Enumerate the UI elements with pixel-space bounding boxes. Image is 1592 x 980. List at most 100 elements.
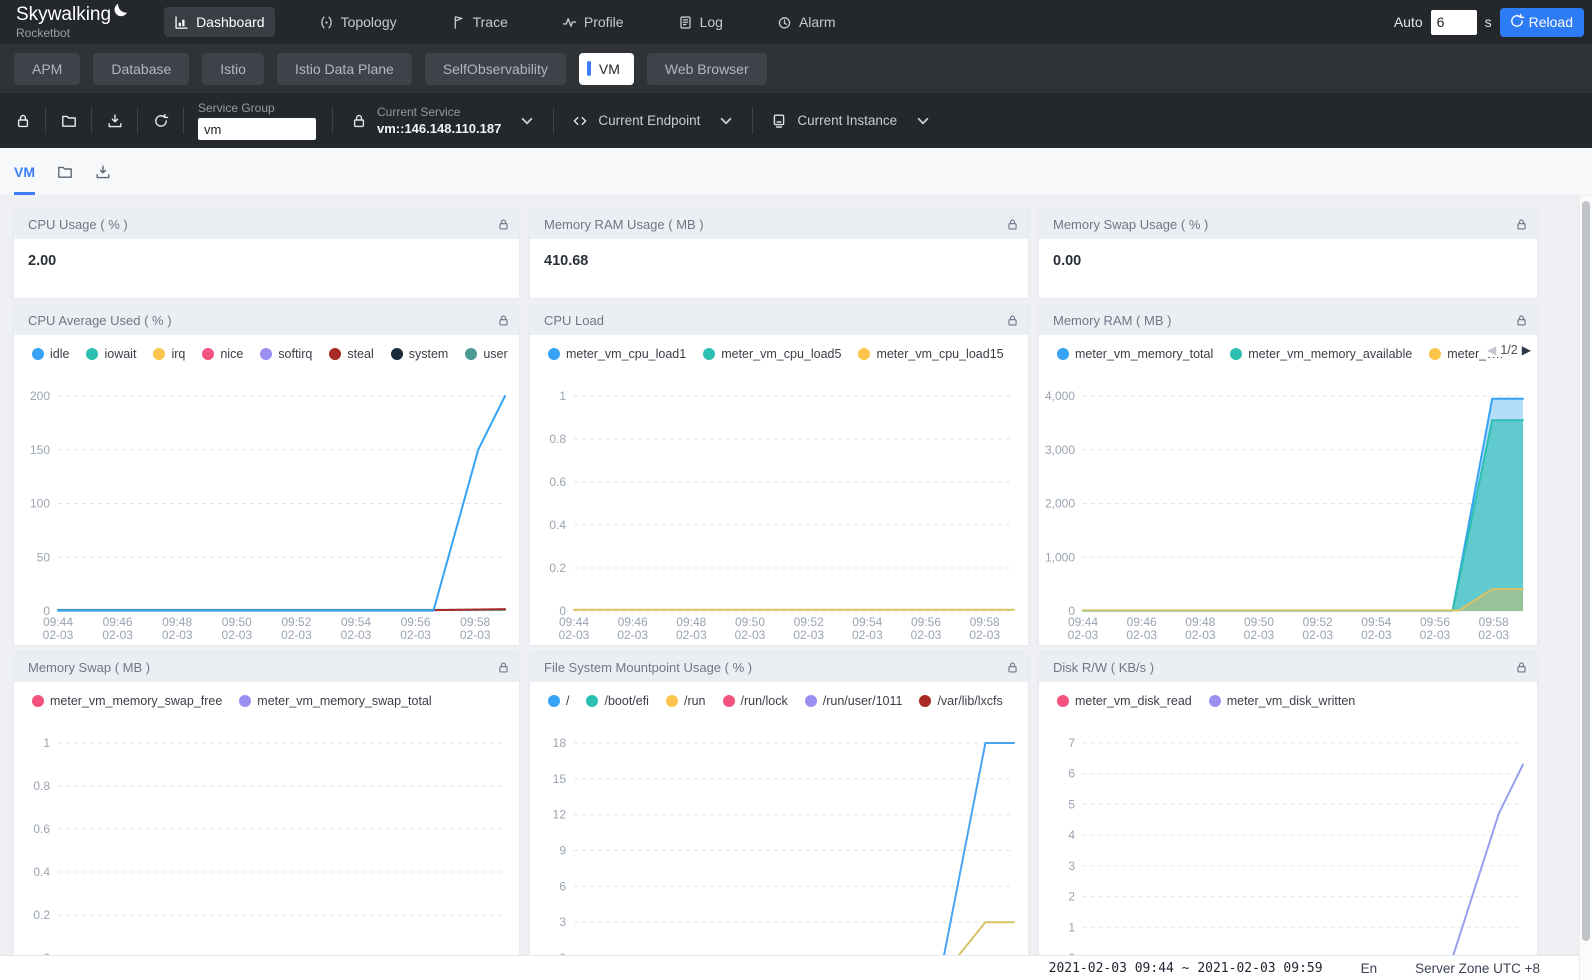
card-header: CPU Usage ( % ) [14,210,519,239]
dashboard-tab-selfobservability[interactable]: SelfObservability [425,53,566,85]
legend-item-softirq[interactable]: softirq [260,347,312,361]
nav-item-profile[interactable]: Profile [552,7,634,37]
legend-item-meter-vm-memory-total[interactable]: meter_vm_memory_total [1057,347,1213,361]
current-endpoint-selector[interactable]: Current Endpoint [554,93,752,148]
legend-item--run-user-1011[interactable]: /run/user/1011 [805,694,903,708]
service-group-input[interactable] [198,118,316,140]
time-range[interactable]: 2021-02-03 09:44 ~ 2021-02-03 09:59 [1049,961,1323,976]
dashboard-tab-vm[interactable]: VM [579,53,634,85]
lock-icon[interactable] [1515,218,1528,231]
svg-text:09:50: 09:50 [735,615,765,629]
svg-text:0.2: 0.2 [549,561,566,575]
chart-plot-area: 4,0003,0002,0001,000009:4402-0309:4602-0… [1039,368,1537,645]
legend-item-meter-vm-memory-available[interactable]: meter_vm_memory_available [1230,347,1412,361]
svg-text:12: 12 [553,808,567,822]
legend-dot [666,695,678,707]
download-icon[interactable] [95,164,111,180]
legend-prev-icon[interactable]: ◀ [1487,343,1496,357]
legend-item-system[interactable]: system [391,347,449,361]
toolbar-refresh-button[interactable] [138,93,183,148]
legend-item--run-lock[interactable]: /run/lock [723,694,788,708]
legend-item-iowait[interactable]: iowait [86,347,136,361]
lock-icon[interactable] [497,661,510,674]
tab-vm[interactable]: VM [14,148,35,195]
legend-item-user[interactable]: user [465,347,507,361]
nav-item-topology[interactable]: Topology [309,7,407,37]
dashboard-tab-label: VM [599,61,620,77]
dashboard-tab-istio[interactable]: Istio [202,53,264,85]
svg-text:02-03: 02-03 [102,628,133,642]
legend-item-meter-vm-cpu-load15[interactable]: meter_vm_cpu_load15 [858,347,1003,361]
svg-text:09:58: 09:58 [460,615,490,629]
svg-text:2: 2 [1068,890,1075,904]
footer-bar: 2021-02-03 09:44 ~ 2021-02-03 09:59 En S… [0,955,1592,980]
legend-item-meter-vm-memory-swap-total[interactable]: meter_vm_memory_swap_total [239,694,431,708]
nav-item-dashboard[interactable]: Dashboard [164,7,275,37]
legend-item-meter-vm-cpu-load1[interactable]: meter_vm_cpu_load1 [548,347,686,361]
lock-icon[interactable] [1006,314,1019,327]
legend-item-irq[interactable]: irq [153,347,185,361]
svg-text:1: 1 [43,736,50,750]
dashboard-tab-web-browser[interactable]: Web Browser [647,53,767,85]
scrollbar-thumb[interactable] [1582,201,1590,941]
legend-label: /boot/efi [604,694,648,708]
legend-label: /run/lock [741,694,788,708]
legend-item-nice[interactable]: nice [202,347,243,361]
legend-item--run[interactable]: /run [666,694,706,708]
dashboard-tabs: APM Database Istio Istio Data Plane SelfObse… [0,44,1592,93]
legend-label: /run/user/1011 [823,694,903,708]
legend-dot [465,348,477,360]
lock-icon[interactable] [497,218,510,231]
legend-item--[interactable]: / [548,694,569,708]
current-instance-selector[interactable]: Current Instance [753,93,949,148]
legend-dot [260,348,272,360]
svg-text:09:44: 09:44 [559,615,589,629]
legend-item-meter-vm-memory-swap-free[interactable]: meter_vm_memory_swap_free [32,694,222,708]
svg-text:4: 4 [1068,828,1075,842]
legend-dot [32,695,44,707]
legend-dot [1230,348,1242,360]
auto-reload-interval-input[interactable] [1431,10,1477,35]
legend-dot [1057,348,1069,360]
toolbar-folder-button[interactable] [46,93,91,148]
svg-text:02-03: 02-03 [1244,628,1275,642]
toolbar-lock-button[interactable] [0,93,45,148]
dashboard-tab-istio-data-plane[interactable]: Istio Data Plane [277,53,412,85]
toolbar-import-button[interactable] [92,93,137,148]
legend-item--var-lib-lxcfs[interactable]: /var/lib/lxcfs [919,694,1002,708]
reload-button[interactable]: Reload [1500,8,1584,37]
nav-item-alarm[interactable]: Alarm [767,7,846,37]
cpu-average-used-svg: 20015010050009:4402-0309:4602-0309:4802-… [14,368,519,645]
chart-legend: idle iowait irq nice softirq steal syste… [14,335,519,368]
chart-legend: meter_vm_memory_swap_free meter_vm_memor… [14,682,519,715]
legend-dot [723,695,735,707]
lock-icon[interactable] [1515,314,1528,327]
legend-item-idle[interactable]: idle [32,347,69,361]
nav-item-log[interactable]: Log [668,7,733,37]
chart-card-memory-swap: Memory Swap ( MB ) meter_vm_memory_swap_… [14,653,519,980]
card-header: Memory RAM ( MB ) [1039,306,1537,335]
dashboard-tab-apm[interactable]: APM [14,53,80,85]
lock-icon[interactable] [1006,218,1019,231]
profile-icon [562,15,577,30]
legend-item-meter-vm-disk-written[interactable]: meter_vm_disk_written [1209,694,1356,708]
chart-card-memory-ram: Memory RAM ( MB ) meter_vm_memory_total … [1039,306,1537,645]
svg-text:09:48: 09:48 [1185,615,1215,629]
nav-item-trace[interactable]: Trace [441,7,518,37]
nav-item-label: Topology [341,14,397,30]
folder-icon[interactable] [57,164,73,180]
legend-item-meter-vm-cpu-load5[interactable]: meter_vm_cpu_load5 [703,347,841,361]
lock-icon[interactable] [1515,661,1528,674]
legend-item-steal[interactable]: steal [329,347,373,361]
lock-icon[interactable] [497,314,510,327]
legend-item--boot-efi[interactable]: /boot/efi [586,694,648,708]
legend-next-icon[interactable]: ▶ [1522,343,1531,357]
lock-icon[interactable] [1006,661,1019,674]
legend-item-meter-vm-disk-read[interactable]: meter_vm_disk_read [1057,694,1192,708]
current-instance-label: Current Instance [797,113,897,128]
svg-text:02-03: 02-03 [221,628,252,642]
current-service-selector[interactable]: Current Service vm::146.148.110.187 [333,93,553,148]
legend-dot [329,348,341,360]
language-toggle[interactable]: En [1361,961,1378,976]
dashboard-tab-database[interactable]: Database [93,53,189,85]
